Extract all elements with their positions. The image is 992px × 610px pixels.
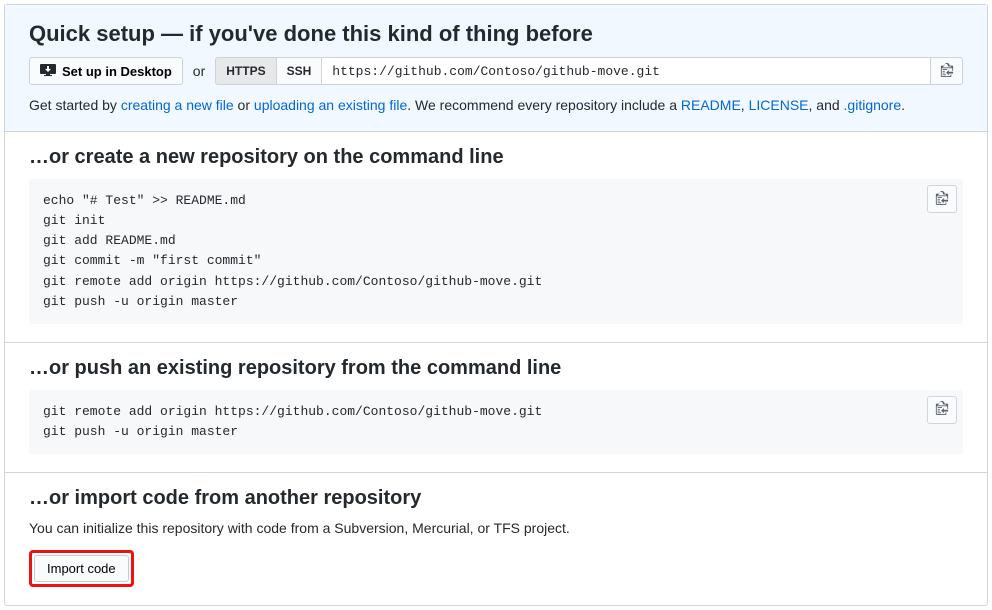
import-highlight-box: Import code <box>29 550 134 587</box>
copy-create-code-button[interactable] <box>927 185 957 213</box>
quick-setup-help: Get started by creating a new file or up… <box>29 97 963 113</box>
desktop-icon <box>40 62 56 81</box>
quick-setup-section: Quick setup — if you've done this kind o… <box>5 5 987 132</box>
or-separator: or <box>183 57 215 85</box>
copy-url-button[interactable] <box>931 57 963 85</box>
desktop-button-label: Set up in Desktop <box>62 64 172 79</box>
https-toggle[interactable]: HTTPS <box>215 57 276 85</box>
create-repo-code[interactable]: echo "# Test" >> README.md git init git … <box>29 179 963 324</box>
create-repo-title: …or create a new repository on the comma… <box>29 146 963 169</box>
create-file-link[interactable]: creating a new file <box>121 97 234 113</box>
ssh-toggle[interactable]: SSH <box>277 57 323 85</box>
clone-row: Set up in Desktop or HTTPS SSH <box>29 57 963 85</box>
clipboard-icon <box>935 191 949 208</box>
copy-push-code-button[interactable] <box>927 396 957 424</box>
push-repo-title: …or push an existing repository from the… <box>29 357 963 380</box>
protocol-toggle: HTTPS SSH <box>215 57 322 85</box>
repo-setup-panel: Quick setup — if you've done this kind o… <box>4 4 988 606</box>
import-title: …or import code from another repository <box>29 487 963 510</box>
quick-setup-title: Quick setup — if you've done this kind o… <box>29 21 963 47</box>
upload-file-link[interactable]: uploading an existing file <box>254 97 407 113</box>
clipboard-icon <box>940 63 954 80</box>
readme-link[interactable]: README <box>681 97 741 113</box>
clipboard-icon <box>935 401 949 418</box>
gitignore-link[interactable]: .gitignore <box>844 97 902 113</box>
push-repo-code[interactable]: git remote add origin https://github.com… <box>29 390 963 454</box>
clone-url-input[interactable] <box>322 57 931 85</box>
create-repo-section: …or create a new repository on the comma… <box>5 132 987 343</box>
import-description: You can initialize this repository with … <box>29 520 963 536</box>
import-code-button[interactable]: Import code <box>34 555 129 582</box>
setup-in-desktop-button[interactable]: Set up in Desktop <box>29 57 183 85</box>
import-code-section: …or import code from another repository … <box>5 473 987 605</box>
push-repo-section: …or push an existing repository from the… <box>5 343 987 473</box>
license-link[interactable]: LICENSE <box>749 97 809 113</box>
